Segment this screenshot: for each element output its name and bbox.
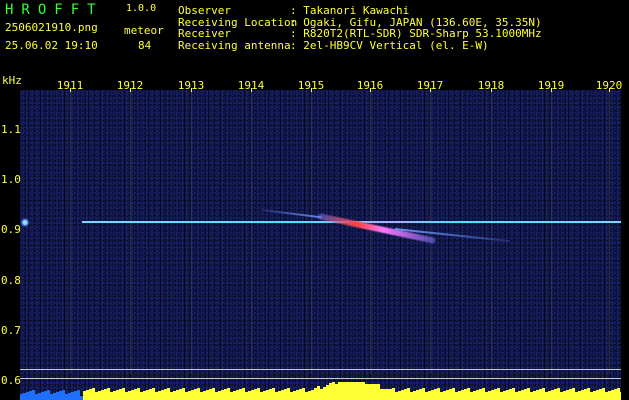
station-info-labels: Observer Receiving Location Receiver Rec…: [178, 4, 298, 52]
hrofft-screen: HROFFT 1.0.0 2506021910.png meteor 25.06…: [0, 0, 629, 400]
freq-label-1-1: 1.1: [1, 123, 21, 136]
freq-label-0-7: 0.7: [1, 324, 21, 337]
gridline-1911: [70, 90, 71, 373]
gridline-1912: [130, 90, 131, 373]
power-bar: [620, 392, 621, 400]
station-info-values: : Takanori Kawachi : Ogaki, Gifu, JAPAN …: [290, 4, 542, 52]
minute-label-1912: 1912: [116, 79, 144, 92]
gridline-1920: [609, 90, 610, 373]
minute-label-1919: 1919: [537, 79, 565, 92]
minute-label-1917: 1917: [416, 79, 444, 92]
file-name: 2506021910.png: [5, 21, 98, 34]
app-title: HROFFT: [5, 2, 104, 18]
minute-label-1920: 1920: [595, 79, 623, 92]
gridline-1915: [311, 90, 312, 373]
freq-label-0-9: 0.9: [1, 223, 21, 236]
edge-signal-blip: [20, 218, 30, 227]
gridline-1916: [370, 90, 371, 373]
mode-label: meteor: [124, 24, 164, 37]
minute-label-1911: 1911: [56, 79, 84, 92]
gridline-1918: [491, 90, 492, 373]
app-version: 1.0.0: [126, 3, 157, 14]
minute-label-1916: 1916: [356, 79, 384, 92]
freq-label-1-0: 1.0: [1, 173, 21, 186]
gridline-1914: [251, 90, 252, 373]
timestamp: 25.06.02 19:10: [5, 39, 98, 52]
signal-power-strip: [20, 382, 621, 400]
freq-label-0-6: 0.6: [1, 374, 21, 387]
separator-line-lower: [20, 378, 621, 379]
meteor-count: 84: [138, 39, 152, 52]
minute-label-1915: 1915: [297, 79, 325, 92]
minute-label-1918: 1918: [477, 79, 505, 92]
freq-label-0-8: 0.8: [1, 274, 21, 287]
frequency-unit-label: kHz: [2, 74, 22, 87]
minute-label-1914: 1914: [237, 79, 265, 92]
minute-label-1913: 1913: [177, 79, 205, 92]
spectrogram-waterfall: [20, 90, 621, 395]
gridline-1919: [551, 90, 552, 373]
separator-line-upper: [20, 369, 621, 370]
gridline-1913: [191, 90, 192, 373]
